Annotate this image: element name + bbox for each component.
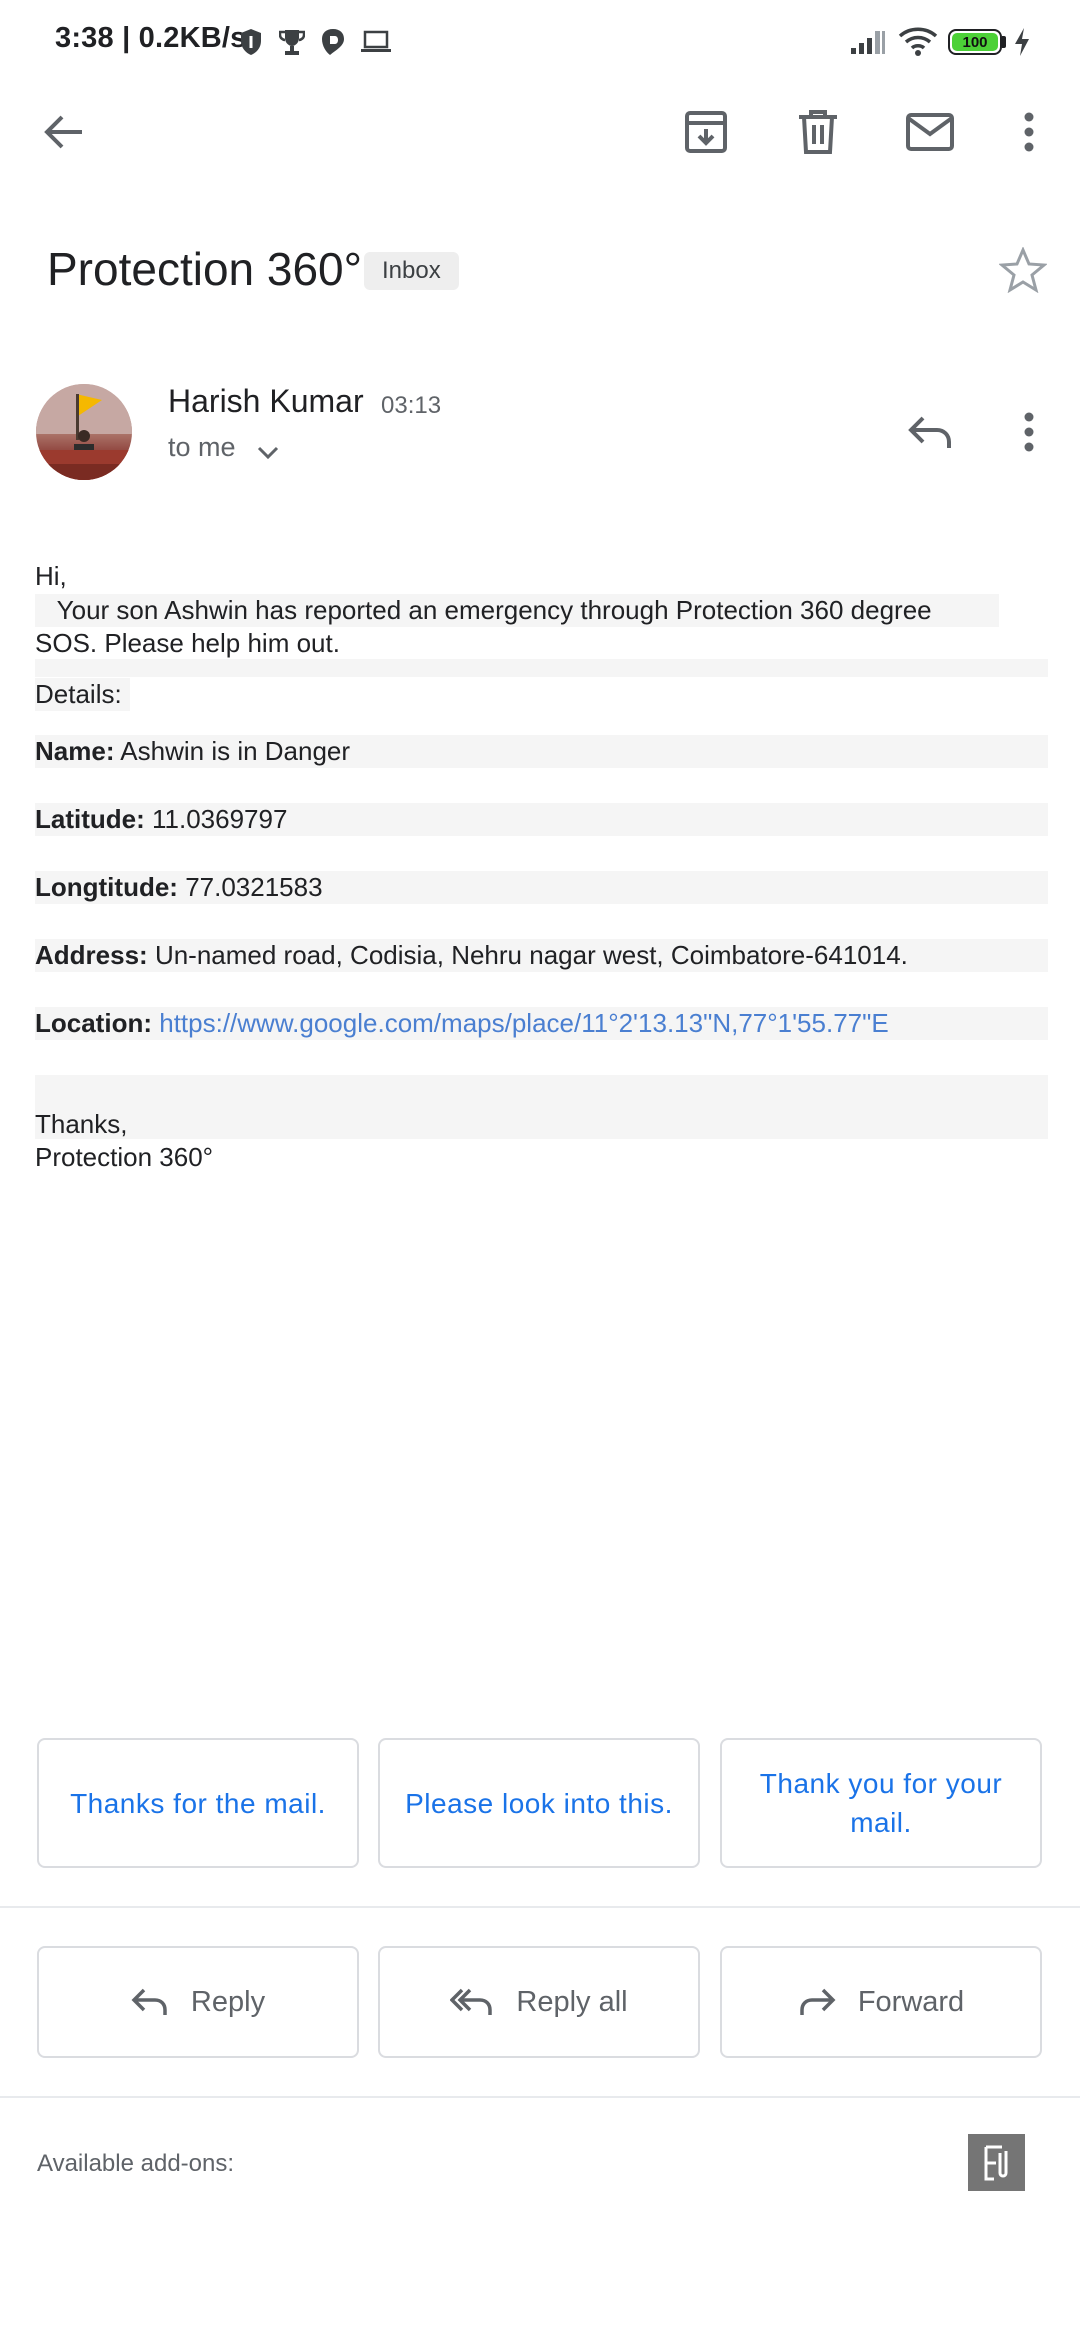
email-subject: Protection 360° [47,243,363,295]
reply-button[interactable]: Reply [37,1946,359,2058]
reply-all-icon [450,1988,493,2015]
spacer-bar [35,659,1048,677]
reply-all-label: Reply all [516,1985,628,2018]
field-value: Un-named road, Codisia, Nehru nagar west… [154,940,908,970]
charging-icon [1010,24,1034,60]
archive-button[interactable] [674,100,738,164]
battery-tip [1002,36,1006,48]
signal-icon [848,24,888,60]
more-vert-icon [1024,412,1034,452]
field-value: Ashwin is in Danger [120,736,351,766]
location-link[interactable]: https://www.google.com/maps/place/11°2'1… [159,1008,888,1038]
smart-reply-1[interactable]: Thanks for the mail. [37,1738,359,1868]
addons-label: Available add-ons: [37,2150,235,2177]
email-time: 03:13 [381,392,442,419]
reply-all-button[interactable]: Reply all [378,1946,700,2058]
divider [0,2096,1080,2098]
field-location: Location: https://www.google.com/maps/pl… [35,1007,1048,1040]
archive-icon [685,111,727,153]
field-value: 11.0369797 [152,804,288,834]
reply-icon [131,1988,167,2015]
battery-level: 100 [952,33,998,51]
addon-icon [984,2145,1007,2180]
forward-button[interactable]: Forward [720,1946,1042,2058]
laptop-icon [358,24,394,60]
greeting: Hi, [35,561,67,591]
shield-icon [236,24,266,60]
arrow-back-icon [44,115,82,149]
signature: Protection 360° [35,1142,214,1172]
recipient-toggle[interactable]: to me [168,432,279,463]
sender-name[interactable]: Harish Kumar [168,383,364,420]
field-label: Longtitude: [35,872,178,902]
trophy-icon [277,24,307,60]
wifi-icon [896,24,940,60]
avatar-photo [36,384,132,480]
status-time: 3:38 | 0.2KB/s [55,22,247,54]
mark-unread-button[interactable] [898,100,962,164]
more-options-button[interactable] [997,100,1061,164]
addon-button[interactable] [968,2134,1025,2191]
field-label: Name: [35,736,115,766]
reply-button-header[interactable] [898,400,962,464]
star-button[interactable] [991,238,1055,302]
field-longitude: Longtitude: 77.0321583 [35,871,1048,904]
trash-icon [799,110,837,154]
parking-icon [318,24,348,60]
mail-icon [906,113,954,151]
field-label: Latitude: [35,804,145,834]
field-latitude: Latitude: 11.0369797 [35,803,1048,836]
sender-avatar[interactable] [36,384,132,480]
signature-spacer [35,1075,1048,1139]
message-more-button[interactable] [997,400,1061,464]
battery-icon: 100 [948,29,1002,55]
message-text: Your son Ashwin has reported an emergenc… [35,594,999,660]
inbox-label-chip[interactable]: Inbox [364,252,459,290]
field-label: Location: [35,1008,152,1038]
smart-reply-2[interactable]: Please look into this. [378,1738,700,1868]
more-vert-icon [1024,112,1034,152]
forward-icon [800,1988,836,2015]
smart-reply-3[interactable]: Thank you for your mail. [720,1738,1042,1868]
field-value: 77.0321583 [185,872,323,902]
chevron-down-icon [257,446,279,460]
star-icon [999,247,1047,293]
forward-label: Forward [857,1985,965,2018]
field-label: Address: [35,940,148,970]
field-address: Address: Un-named road, Codisia, Nehru n… [35,939,1048,972]
reply-icon [908,416,951,448]
signoff: Thanks, [35,1109,128,1139]
field-name: Name: Ashwin is in Danger [35,735,1048,768]
details-label: Details: [35,678,130,711]
reply-label: Reply [190,1985,266,2018]
back-button[interactable] [32,100,96,164]
recipient-label: to me [168,432,236,462]
delete-button[interactable] [786,100,850,164]
divider [0,1906,1080,1908]
